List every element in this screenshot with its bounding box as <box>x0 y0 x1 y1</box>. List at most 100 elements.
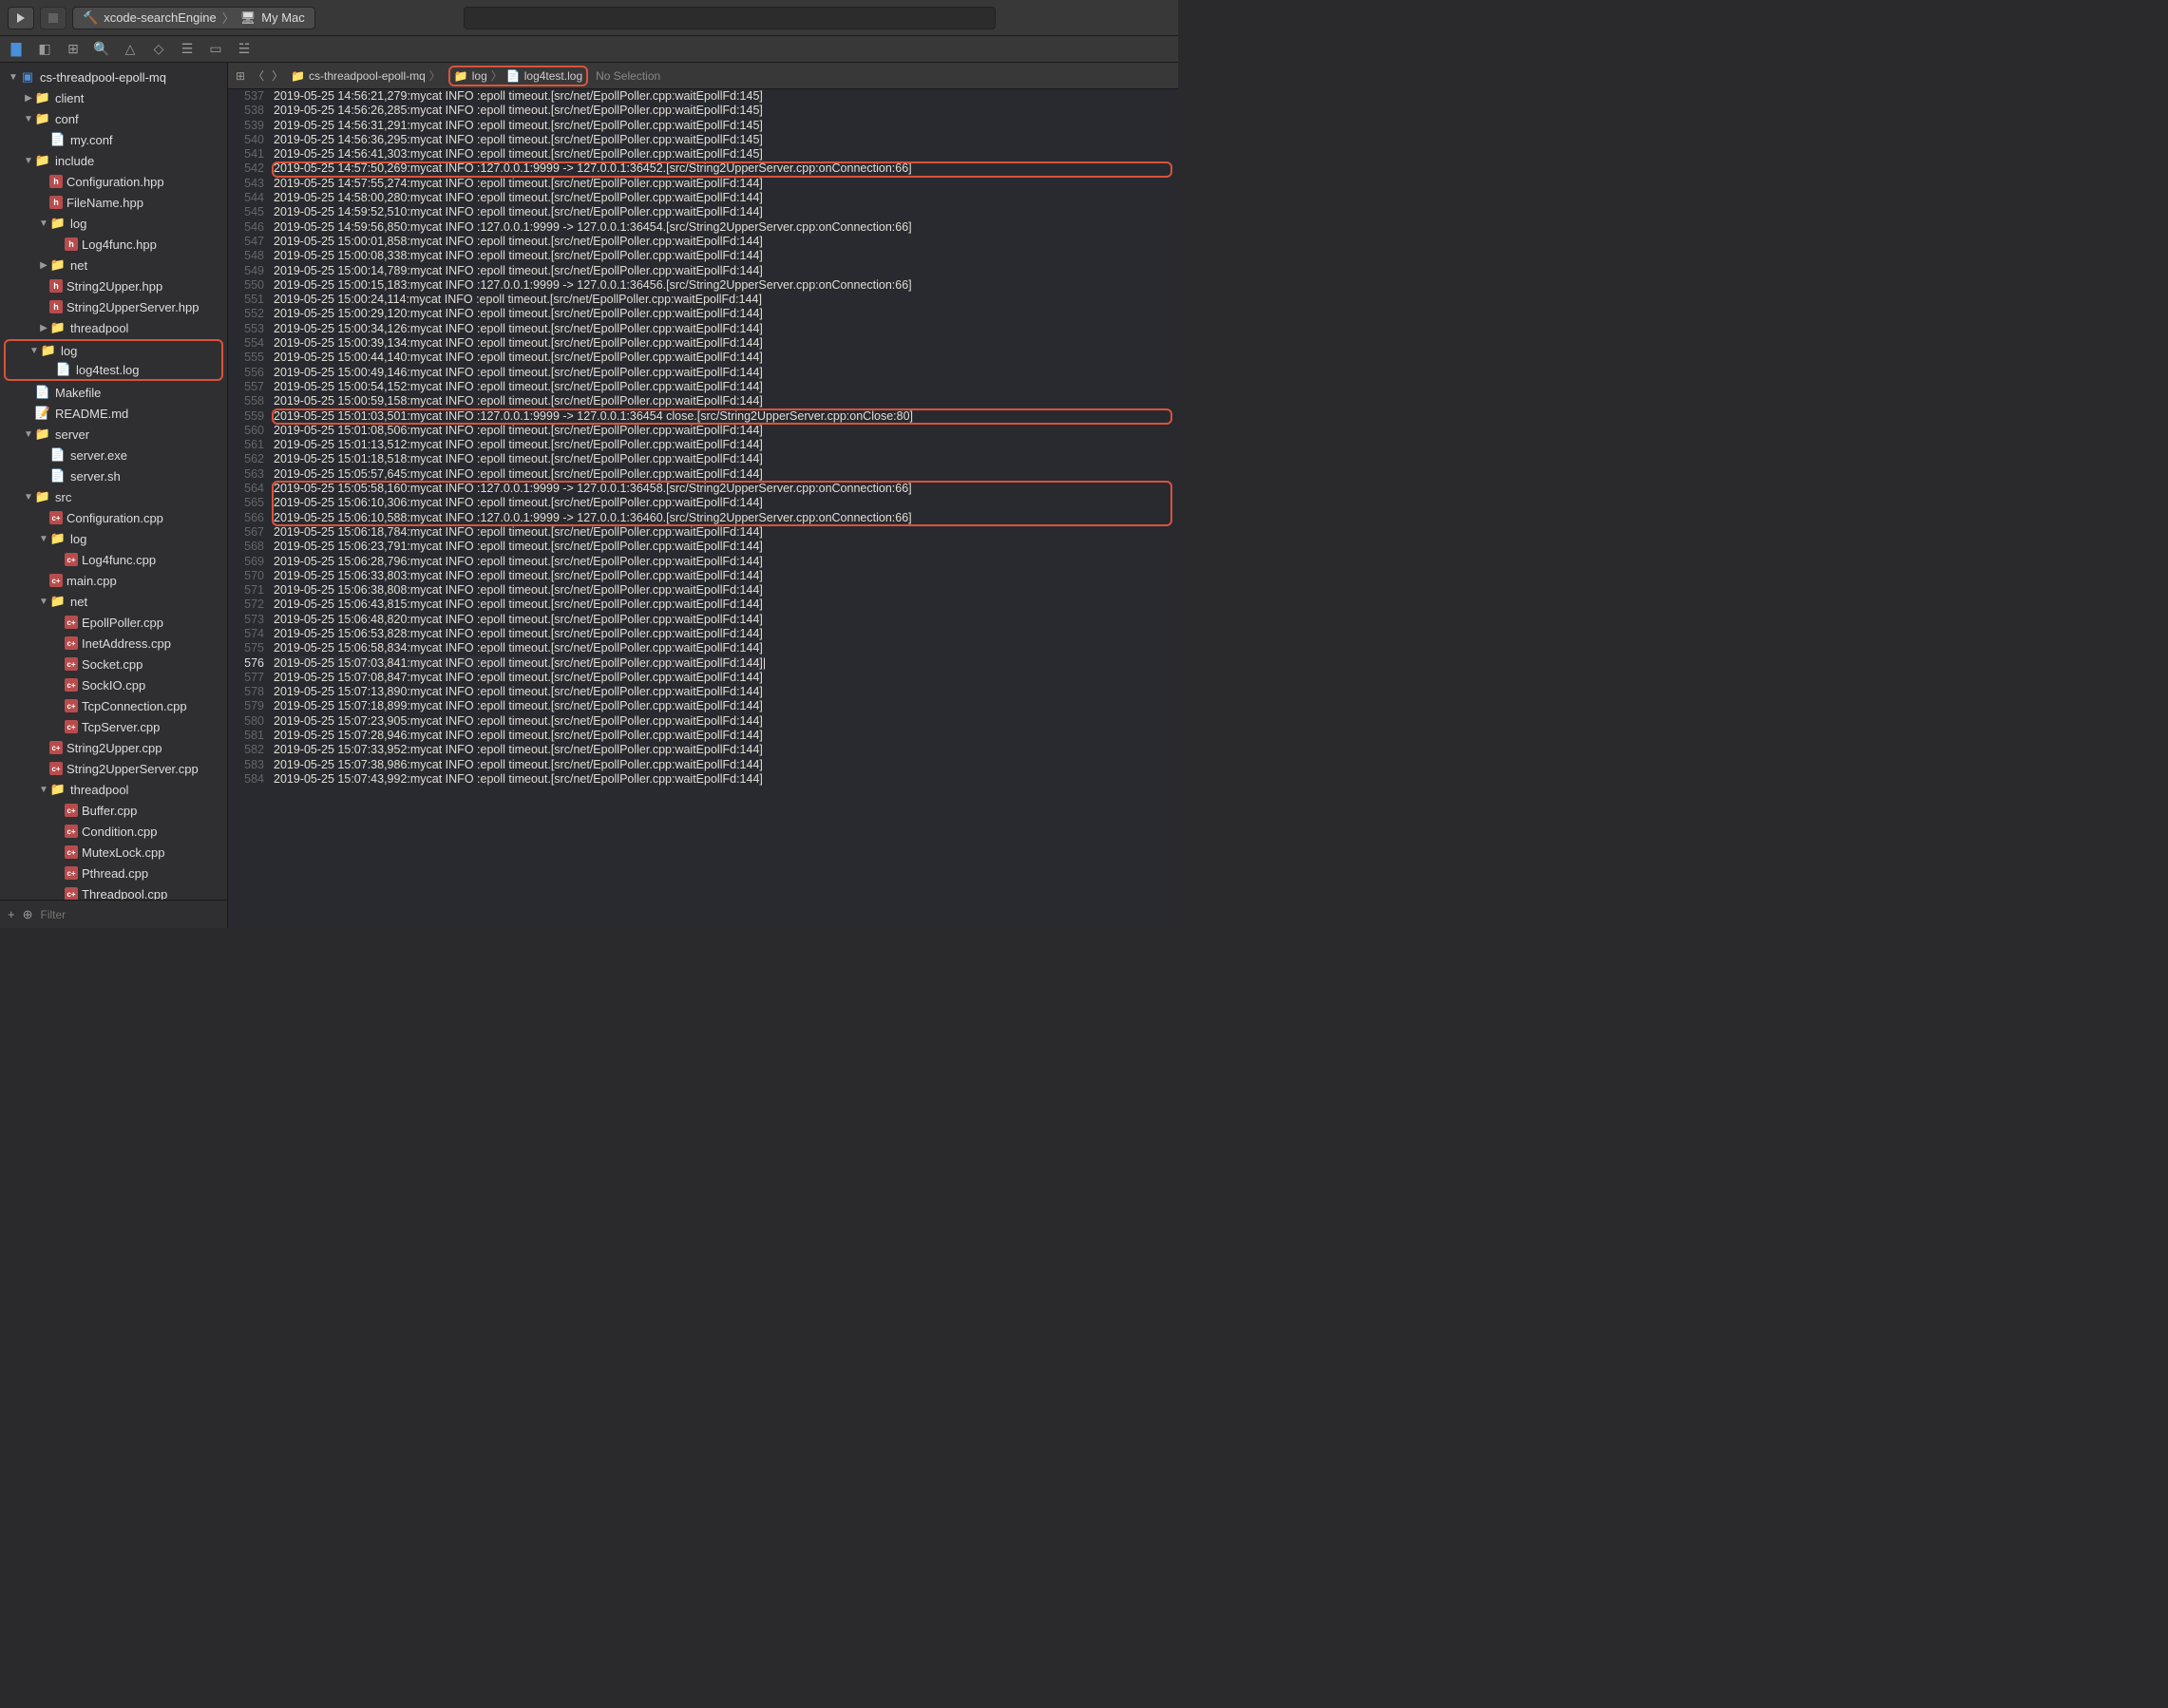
tree-file[interactable]: c+TcpConnection.cpp <box>0 695 227 716</box>
code-line[interactable]: 5382019-05-25 14:56:26,285:mycat INFO :e… <box>228 104 1178 118</box>
code-line[interactable]: 5582019-05-25 15:00:59,158:mycat INFO :e… <box>228 394 1178 408</box>
tree-file[interactable]: hFileName.hpp <box>0 192 227 213</box>
code-line[interactable]: 5782019-05-25 15:07:13,890:mycat INFO :e… <box>228 685 1178 699</box>
code-line[interactable]: 5622019-05-25 15:01:18,518:mycat INFO :e… <box>228 452 1178 466</box>
tree-folder[interactable]: ▼📁src <box>0 486 227 507</box>
code-line[interactable]: 5492019-05-25 15:00:14,789:mycat INFO :e… <box>228 264 1178 278</box>
code-line[interactable]: 5812019-05-25 15:07:28,946:mycat INFO :e… <box>228 729 1178 743</box>
code-line[interactable]: 5522019-05-25 15:00:29,120:mycat INFO :e… <box>228 307 1178 321</box>
tree-file[interactable]: c+Threadpool.cpp <box>0 883 227 900</box>
tree-file[interactable]: hConfiguration.hpp <box>0 171 227 192</box>
forward-icon[interactable]: 〉 <box>272 67 283 84</box>
nav-source-icon[interactable]: ◧ <box>36 41 53 58</box>
tree-file[interactable]: hString2UpperServer.hpp <box>0 296 227 317</box>
code-line[interactable]: 5772019-05-25 15:07:08,847:mycat INFO :e… <box>228 671 1178 685</box>
code-line[interactable]: 5592019-05-25 15:01:03,501:mycat INFO :1… <box>228 409 1178 424</box>
filter-input[interactable] <box>41 908 220 921</box>
tree-folder[interactable]: ▼📁log <box>0 213 227 234</box>
code-line[interactable]: 5552019-05-25 15:00:44,140:mycat INFO :e… <box>228 351 1178 365</box>
tree-file[interactable]: 📄server.exe <box>0 445 227 465</box>
code-line[interactable]: 5642019-05-25 15:05:58,160:mycat INFO :1… <box>228 482 1178 496</box>
tree-folder[interactable]: ▼📁server <box>0 424 227 445</box>
code-line[interactable]: 5822019-05-25 15:07:33,952:mycat INFO :e… <box>228 743 1178 757</box>
code-line[interactable]: 5672019-05-25 15:06:18,784:mycat INFO :e… <box>228 525 1178 540</box>
tree-folder[interactable]: ▼📁log <box>0 528 227 549</box>
code-line[interactable]: 5412019-05-25 14:56:41,303:mycat INFO :e… <box>228 147 1178 161</box>
tree-file[interactable]: c+String2UpperServer.cpp <box>0 758 227 779</box>
tree-file[interactable]: c+SockIO.cpp <box>0 674 227 695</box>
tree-folder[interactable]: ▼📁threadpool <box>0 779 227 800</box>
code-line[interactable]: 5612019-05-25 15:01:13,512:mycat INFO :e… <box>228 438 1178 452</box>
tree-file[interactable]: 📄Makefile <box>0 382 227 403</box>
tree-file[interactable]: c+Configuration.cpp <box>0 507 227 528</box>
file-tree[interactable]: ▼▣cs-threadpool-epoll-mq▶📁client▼📁conf📄m… <box>0 63 227 900</box>
code-line[interactable]: 5602019-05-25 15:01:08,506:mycat INFO :e… <box>228 424 1178 438</box>
tree-folder[interactable]: ▼📁conf <box>0 108 227 129</box>
code-line[interactable]: 5742019-05-25 15:06:53,828:mycat INFO :e… <box>228 627 1178 641</box>
nav-breakpoint-icon[interactable]: ▭ <box>207 41 224 58</box>
tree-file[interactable]: c+EpollPoller.cpp <box>0 612 227 633</box>
code-line[interactable]: 5652019-05-25 15:06:10,306:mycat INFO :e… <box>228 496 1178 510</box>
code-line[interactable]: 5842019-05-25 15:07:43,992:mycat INFO :e… <box>228 772 1178 787</box>
code-line[interactable]: 5792019-05-25 15:07:18,899:mycat INFO :e… <box>228 699 1178 713</box>
code-line[interactable]: 5532019-05-25 15:00:34,126:mycat INFO :e… <box>228 322 1178 336</box>
tree-file[interactable]: 📄log4test.log <box>6 360 221 379</box>
scheme-selector[interactable]: 🔨 xcode-searchEngine 〉 🖥 My Mac <box>72 7 315 29</box>
tree-file[interactable]: c+String2Upper.cpp <box>0 737 227 758</box>
code-line[interactable]: 5442019-05-25 14:58:00,280:mycat INFO :e… <box>228 191 1178 205</box>
code-line[interactable]: 5712019-05-25 15:06:38,808:mycat INFO :e… <box>228 583 1178 598</box>
code-line[interactable]: 5682019-05-25 15:06:23,791:mycat INFO :e… <box>228 540 1178 554</box>
nav-project-icon[interactable]: ▇ <box>8 41 25 58</box>
code-line[interactable]: 5732019-05-25 15:06:48,820:mycat INFO :e… <box>228 613 1178 627</box>
tree-file[interactable]: c+Pthread.cpp <box>0 863 227 883</box>
code-line[interactable]: 5402019-05-25 14:56:36,295:mycat INFO :e… <box>228 133 1178 147</box>
code-line[interactable]: 5632019-05-25 15:05:57,645:mycat INFO :e… <box>228 467 1178 482</box>
code-line[interactable]: 5462019-05-25 14:59:56,850:mycat INFO :1… <box>228 220 1178 235</box>
tree-file[interactable]: hLog4func.hpp <box>0 234 227 255</box>
add-icon[interactable]: + <box>8 907 15 921</box>
tree-folder[interactable]: ▶📁client <box>0 87 227 108</box>
tree-folder[interactable]: ▼📁net <box>0 591 227 612</box>
stop-button[interactable] <box>40 7 67 29</box>
tree-file[interactable]: 📄my.conf <box>0 129 227 150</box>
code-line[interactable]: 5542019-05-25 15:00:39,134:mycat INFO :e… <box>228 336 1178 351</box>
code-line[interactable]: 5432019-05-25 14:57:55,274:mycat INFO :e… <box>228 177 1178 191</box>
tree-file[interactable]: c+Log4func.cpp <box>0 549 227 570</box>
filter-icon[interactable]: ⊕ <box>23 907 33 922</box>
code-line[interactable]: 5422019-05-25 14:57:50,269:mycat INFO :1… <box>228 161 1178 176</box>
tree-folder[interactable]: ▶📁net <box>0 255 227 275</box>
tree-file[interactable]: 📝README.md <box>0 403 227 424</box>
tree-file[interactable]: c+TcpServer.cpp <box>0 716 227 737</box>
code-line[interactable]: 5562019-05-25 15:00:49,146:mycat INFO :e… <box>228 366 1178 380</box>
code-line[interactable]: 5372019-05-25 14:56:21,279:mycat INFO :e… <box>228 89 1178 104</box>
code-line[interactable]: 5832019-05-25 15:07:38,986:mycat INFO :e… <box>228 758 1178 772</box>
tree-folder[interactable]: ▼▣cs-threadpool-epoll-mq <box>0 66 227 87</box>
code-line[interactable]: 5472019-05-25 15:00:01,858:mycat INFO :e… <box>228 235 1178 249</box>
tree-file[interactable]: c+InetAddress.cpp <box>0 633 227 654</box>
nav-find-icon[interactable]: 🔍 <box>93 41 110 58</box>
tree-folder[interactable]: ▶📁threadpool <box>0 317 227 338</box>
code-line[interactable]: 5452019-05-25 14:59:52,510:mycat INFO :e… <box>228 205 1178 219</box>
code-line[interactable]: 5512019-05-25 15:00:24,114:mycat INFO :e… <box>228 293 1178 307</box>
code-line[interactable]: 5802019-05-25 15:07:23,905:mycat INFO :e… <box>228 714 1178 729</box>
code-editor[interactable]: 5372019-05-25 14:56:21,279:mycat INFO :e… <box>228 89 1178 928</box>
jump-bar[interactable]: ⊞ 〈 〉 📁 cs-threadpool-epoll-mq 〉 📁 log 〉… <box>228 63 1178 89</box>
nav-test-icon[interactable]: ◇ <box>150 41 167 58</box>
code-line[interactable]: 5482019-05-25 15:00:08,338:mycat INFO :e… <box>228 249 1178 263</box>
tree-file[interactable]: c+main.cpp <box>0 570 227 591</box>
code-line[interactable]: 5392019-05-25 14:56:31,291:mycat INFO :e… <box>228 119 1178 133</box>
related-items-icon[interactable]: ⊞ <box>236 69 245 83</box>
code-line[interactable]: 5692019-05-25 15:06:28,796:mycat INFO :e… <box>228 555 1178 569</box>
nav-debug-icon[interactable]: ☰ <box>179 41 196 58</box>
code-line[interactable]: 5752019-05-25 15:06:58,834:mycat INFO :e… <box>228 641 1178 655</box>
code-line[interactable]: 5572019-05-25 15:00:54,152:mycat INFO :e… <box>228 380 1178 394</box>
tree-folder[interactable]: ▼📁include <box>0 150 227 171</box>
tree-file[interactable]: hString2Upper.hpp <box>0 275 227 296</box>
tree-folder[interactable]: ▼📁log <box>6 341 221 360</box>
nav-symbol-icon[interactable]: ⊞ <box>65 41 82 58</box>
tree-file[interactable]: c+Socket.cpp <box>0 654 227 674</box>
run-button[interactable] <box>8 7 34 29</box>
crumb-root[interactable]: 📁 cs-threadpool-epoll-mq 〉 <box>291 67 441 84</box>
tree-file[interactable]: c+Buffer.cpp <box>0 800 227 821</box>
back-icon[interactable]: 〈 <box>253 67 264 84</box>
